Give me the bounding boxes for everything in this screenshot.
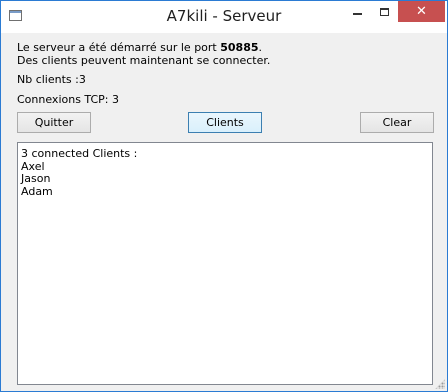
clients-can-connect-message: Des clients peuvent maintenant se connec… bbox=[17, 54, 271, 67]
client-count-label: Nb clients :3 bbox=[17, 73, 86, 86]
server-started-suffix: . bbox=[258, 41, 263, 54]
close-icon: ✕ bbox=[416, 4, 427, 19]
clients-button[interactable]: Clients bbox=[188, 112, 262, 133]
title-bar[interactable]: A7kili - Serveur ✕ bbox=[1, 1, 447, 33]
tcp-connections-label: Connexions TCP: 3 bbox=[17, 93, 120, 106]
close-button[interactable]: ✕ bbox=[398, 1, 445, 22]
log-line: Jason bbox=[21, 172, 51, 185]
resize-grip-icon[interactable] bbox=[435, 379, 445, 389]
server-started-prefix: Le serveur a été démarré sur le port bbox=[17, 41, 221, 54]
clients-log-textarea[interactable]: 3 connected Clients : Axel Jason Adam bbox=[17, 142, 433, 385]
port-number: 50885 bbox=[220, 41, 259, 54]
log-line: 3 connected Clients : bbox=[21, 147, 138, 160]
server-started-message: Le serveur a été démarré sur le port 508… bbox=[17, 41, 262, 54]
log-line: Adam bbox=[21, 184, 53, 198]
minimize-icon bbox=[353, 12, 362, 15]
log-line: Axel bbox=[21, 159, 45, 173]
minimize-button[interactable] bbox=[344, 1, 371, 22]
main-window: A7kili - Serveur ✕ Le serveur a été déma… bbox=[0, 0, 448, 392]
quit-button[interactable]: Quitter bbox=[17, 112, 91, 133]
maximize-icon bbox=[380, 7, 389, 16]
clear-button[interactable]: Clear bbox=[360, 112, 434, 133]
maximize-button[interactable] bbox=[371, 1, 398, 22]
